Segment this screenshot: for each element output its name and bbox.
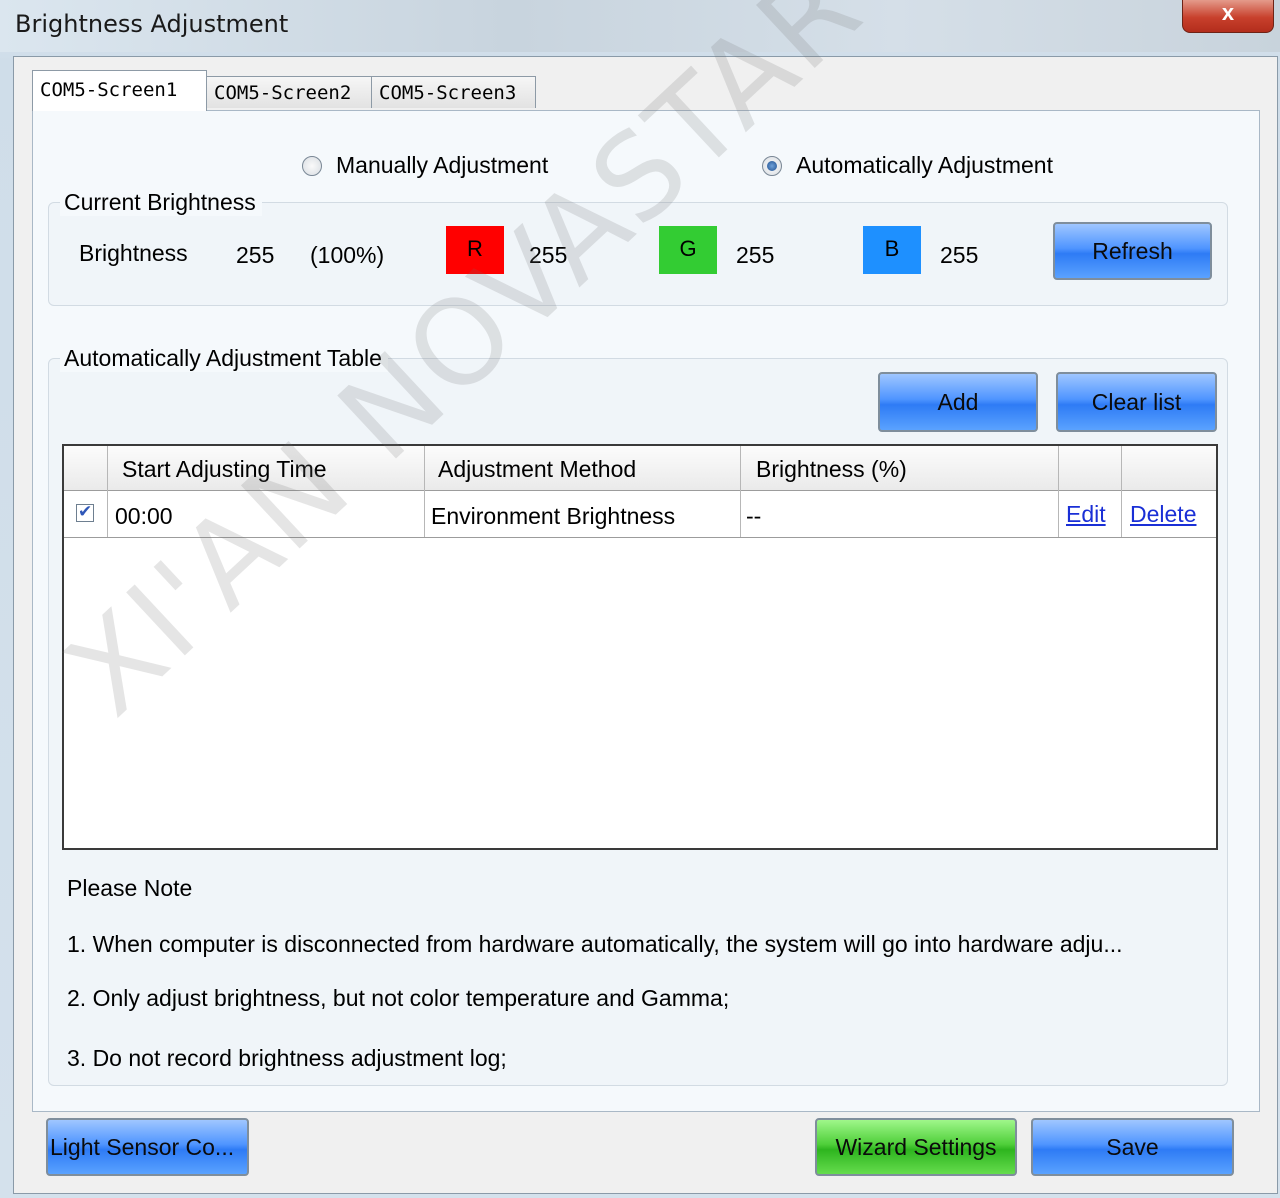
- brightness-adjustment-window: Brightness Adjustment x COM5-Screen1 COM…: [0, 0, 1280, 1198]
- column-header-start-time[interactable]: Start Adjusting Time: [122, 456, 327, 483]
- clear-list-button[interactable]: Clear list: [1056, 372, 1217, 432]
- current-brightness-title: Current Brightness: [60, 189, 262, 216]
- add-button[interactable]: Add: [878, 372, 1038, 432]
- row-delete-link[interactable]: Delete: [1130, 501, 1196, 528]
- auto-adjustment-option[interactable]: Automatically Adjustment: [762, 152, 1053, 179]
- column-header-brightness[interactable]: Brightness (%): [756, 456, 907, 483]
- blue-swatch: B: [863, 226, 921, 274]
- title-bar: Brightness Adjustment x: [0, 0, 1280, 52]
- auto-adjustment-table-title: Automatically Adjustment Table: [60, 345, 388, 372]
- row-brightness: --: [746, 503, 762, 529]
- row-method: Environment Brightness: [431, 503, 676, 529]
- save-button[interactable]: Save: [1031, 1118, 1234, 1176]
- manual-adjustment-label: Manually Adjustment: [336, 152, 549, 178]
- wizard-settings-button[interactable]: Wizard Settings: [815, 1118, 1017, 1176]
- row-edit-link[interactable]: Edit: [1066, 501, 1106, 528]
- note-title: Please Note: [67, 875, 193, 901]
- manual-adjustment-option[interactable]: Manually Adjustment: [302, 152, 548, 179]
- red-value: 255: [529, 242, 568, 268]
- red-swatch: R: [446, 226, 504, 274]
- green-value: 255: [736, 242, 775, 268]
- light-sensor-config-button[interactable]: Light Sensor Co...: [46, 1118, 249, 1176]
- column-header-method[interactable]: Adjustment Method: [438, 456, 636, 483]
- tab-com5-screen2[interactable]: COM5-Screen2: [206, 76, 372, 108]
- adjustment-table: Start Adjusting Time Adjustment Method B…: [62, 444, 1218, 850]
- window-title: Brightness Adjustment: [15, 10, 289, 38]
- close-button[interactable]: x: [1182, 0, 1274, 33]
- blue-value: 255: [940, 242, 979, 268]
- row-enable-checkbox[interactable]: [76, 502, 94, 522]
- brightness-percent: (100%): [310, 242, 385, 268]
- refresh-button[interactable]: Refresh: [1053, 222, 1212, 280]
- tab-com5-screen3[interactable]: COM5-Screen3: [371, 76, 536, 108]
- note-item-1: 1. When computer is disconnected from ha…: [67, 931, 1123, 957]
- brightness-value: 255: [236, 242, 275, 268]
- close-icon: x: [1221, 0, 1235, 25]
- note-item-3: 3. Do not record brightness adjustment l…: [67, 1045, 507, 1071]
- row-start-time: 00:00: [115, 503, 173, 529]
- auto-adjustment-radio[interactable]: [762, 155, 782, 176]
- tab-com5-screen1[interactable]: COM5-Screen1: [32, 70, 207, 111]
- current-brightness-group: [48, 202, 1228, 306]
- green-swatch: G: [659, 226, 717, 274]
- brightness-label: Brightness: [79, 240, 188, 266]
- manual-adjustment-radio[interactable]: [302, 155, 322, 176]
- note-item-2: 2. Only adjust brightness, but not color…: [67, 985, 730, 1011]
- auto-adjustment-label: Automatically Adjustment: [796, 152, 1053, 178]
